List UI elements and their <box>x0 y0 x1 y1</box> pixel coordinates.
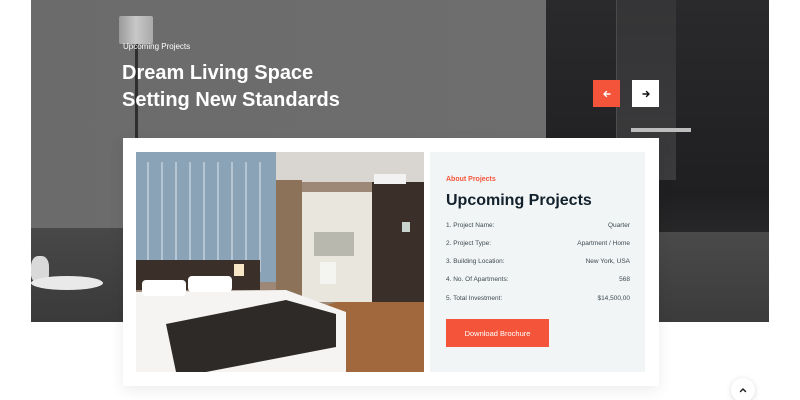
detail-label: 5. Total Investment: <box>446 295 503 302</box>
detail-row-project-type: 2. Project Type: Apartment / Home <box>446 240 630 247</box>
chevron-up-icon <box>739 388 747 393</box>
detail-value: 568 <box>619 276 630 283</box>
prev-slide-button[interactable] <box>593 80 620 107</box>
detail-label: 1. Project Name: <box>446 222 495 229</box>
next-slide-button[interactable] <box>632 80 659 107</box>
arrow-left-icon <box>602 90 611 97</box>
download-brochure-button[interactable]: Download Brochure <box>446 319 549 347</box>
detail-label: 2. Project Type: <box>446 240 492 247</box>
detail-value: New York, USA <box>585 258 630 265</box>
info-eyebrow: About Projects <box>446 176 496 183</box>
hero-title: Dream Living Space Setting New Standards <box>122 60 422 114</box>
detail-row-project-name: 1. Project Name: Quarter <box>446 222 630 229</box>
hero-title-line2: Setting New Standards <box>122 89 340 111</box>
detail-row-apartments: 4. No. Of Apartments: 568 <box>446 276 630 283</box>
project-card: About Projects Upcoming Projects 1. Proj… <box>123 138 659 386</box>
towel-rail <box>631 128 691 132</box>
floor-lamp-shade <box>119 16 153 44</box>
info-title: Upcoming Projects <box>446 192 592 209</box>
detail-row-total-investment: 5. Total Investment: $14,500,00 <box>446 295 630 302</box>
detail-row-building-location: 3. Building Location: New York, USA <box>446 258 630 265</box>
hero-eyebrow: Upcoming Projects <box>123 42 191 51</box>
detail-label: 4. No. Of Apartments: <box>446 276 509 283</box>
hero-title-line1: Dream Living Space <box>122 62 314 84</box>
scroll-to-top-button[interactable] <box>731 378 755 400</box>
bedroom-illustration <box>136 152 424 372</box>
detail-label: 3. Building Location: <box>446 258 505 265</box>
hotel-room-photo <box>136 152 424 372</box>
side-table-shape <box>31 276 103 290</box>
detail-value: $14,500,00 <box>597 295 630 302</box>
detail-value: Apartment / Home <box>577 240 630 247</box>
arrow-right-icon <box>641 90 650 97</box>
detail-value: Quarter <box>607 222 630 229</box>
project-info-panel: About Projects Upcoming Projects 1. Proj… <box>430 152 645 372</box>
